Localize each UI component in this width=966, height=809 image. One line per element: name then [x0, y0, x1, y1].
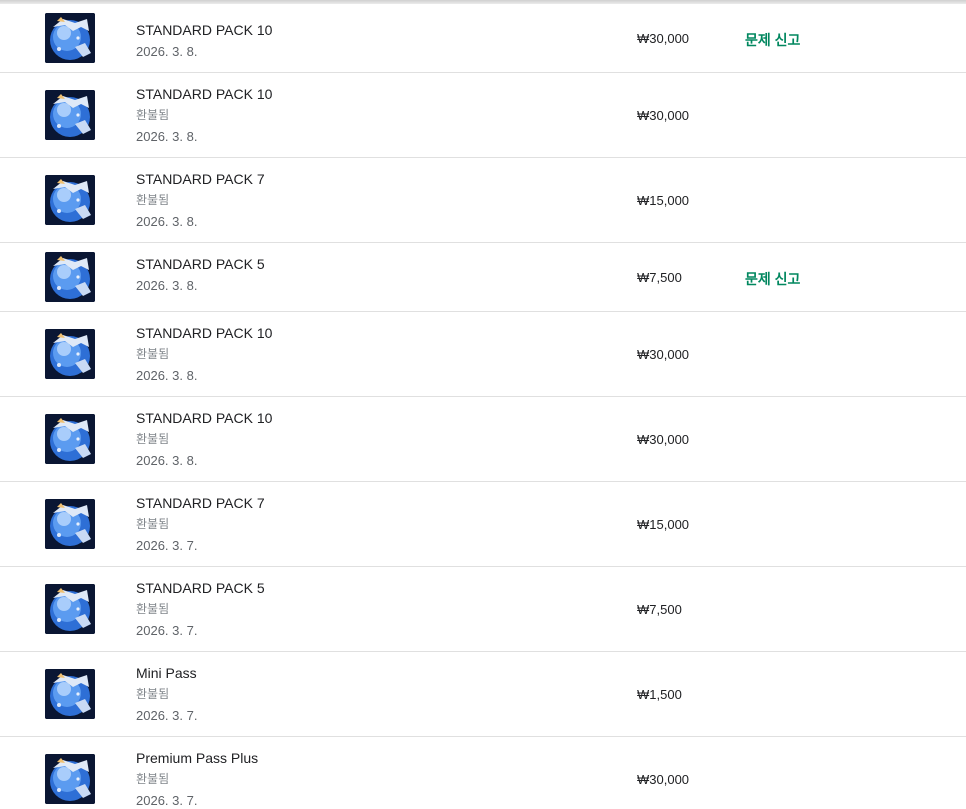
- refund-status: 환불됨: [136, 602, 170, 616]
- purchase-history-list: STANDARD PACK 10 2026. 3. 8. ₩30,000 문제 …: [0, 4, 966, 809]
- refund-status: 환불됨: [136, 432, 170, 446]
- purchase-price: ₩7,500: [637, 270, 682, 285]
- game-orb-thumbnail-icon: [45, 584, 95, 634]
- report-problem-button[interactable]: 문제 신고: [745, 269, 800, 289]
- purchase-date: 2026. 3. 8.: [136, 214, 198, 229]
- purchase-date: 2026. 3. 7.: [136, 538, 198, 553]
- product-thumbnail: [45, 329, 95, 379]
- product-title: STANDARD PACK 5: [136, 580, 265, 596]
- product-title: STANDARD PACK 7: [136, 171, 265, 187]
- product-thumbnail: [45, 669, 95, 719]
- purchase-date: 2026. 3. 7.: [136, 793, 198, 808]
- purchase-row: STANDARD PACK 7 환불됨 2026. 3. 8. ₩15,000: [0, 158, 966, 243]
- game-orb-thumbnail-icon: [45, 252, 95, 302]
- game-orb-thumbnail-icon: [45, 329, 95, 379]
- refund-status: 환불됨: [136, 108, 170, 122]
- product-title: STANDARD PACK 10: [136, 86, 273, 102]
- product-thumbnail: [45, 754, 95, 804]
- purchase-price: ₩7,500: [637, 602, 682, 617]
- product-thumbnail: [45, 13, 95, 63]
- purchase-info: Premium Pass Plus 환불됨 2026. 3. 7.: [136, 748, 258, 809]
- purchase-info: STANDARD PACK 10 환불됨 2026. 3. 8.: [136, 323, 272, 386]
- game-orb-thumbnail-icon: [45, 414, 95, 464]
- purchase-date: 2026. 3. 8.: [136, 453, 198, 468]
- product-thumbnail: [45, 252, 95, 302]
- game-orb-thumbnail-icon: [45, 175, 95, 225]
- product-thumbnail: [45, 584, 95, 634]
- purchase-row: STANDARD PACK 5 환불됨 2026. 3. 7. ₩7,500: [0, 567, 966, 652]
- product-title: STANDARD PACK 10: [136, 410, 273, 426]
- product-title: STANDARD PACK 10: [136, 22, 273, 38]
- refund-status: 환불됨: [136, 517, 170, 531]
- purchase-info: STANDARD PACK 10 환불됨 2026. 3. 8.: [136, 84, 272, 147]
- refund-status: 환불됨: [136, 193, 170, 207]
- purchase-date: 2026. 3. 7.: [136, 708, 198, 723]
- purchase-date: 2026. 3. 7.: [136, 623, 198, 638]
- game-orb-thumbnail-icon: [45, 669, 95, 719]
- game-orb-thumbnail-icon: [45, 90, 95, 140]
- purchase-price: ₩30,000: [637, 432, 690, 447]
- purchase-info: STANDARD PACK 10 2026. 3. 8.: [136, 20, 272, 62]
- purchase-info: STANDARD PACK 10 환불됨 2026. 3. 8.: [136, 408, 272, 471]
- purchase-row: STANDARD PACK 10 환불됨 2026. 3. 8. ₩30,000: [0, 397, 966, 482]
- product-thumbnail: [45, 414, 95, 464]
- report-problem-button[interactable]: 문제 신고: [745, 30, 800, 50]
- product-title: Premium Pass Plus: [136, 750, 259, 766]
- purchase-row: STANDARD PACK 10 환불됨 2026. 3. 8. ₩30,000: [0, 73, 966, 158]
- purchase-row: STANDARD PACK 7 환불됨 2026. 3. 7. ₩15,000: [0, 482, 966, 567]
- product-title: STANDARD PACK 10: [136, 325, 273, 341]
- purchase-price: ₩30,000: [637, 31, 690, 46]
- product-title: Mini Pass: [136, 665, 197, 681]
- product-title: STANDARD PACK 5: [136, 256, 265, 272]
- purchase-date: 2026. 3. 8.: [136, 129, 198, 144]
- purchase-row: STANDARD PACK 10 환불됨 2026. 3. 8. ₩30,000: [0, 312, 966, 397]
- purchase-info: STANDARD PACK 5 환불됨 2026. 3. 7.: [136, 578, 265, 641]
- game-orb-thumbnail-icon: [45, 754, 95, 804]
- purchase-date: 2026. 3. 8.: [136, 368, 198, 383]
- purchase-row: Mini Pass 환불됨 2026. 3. 7. ₩1,500: [0, 652, 966, 737]
- game-orb-thumbnail-icon: [45, 499, 95, 549]
- purchase-price: ₩15,000: [637, 193, 690, 208]
- purchase-info: STANDARD PACK 7 환불됨 2026. 3. 8.: [136, 169, 265, 232]
- purchase-row: STANDARD PACK 10 2026. 3. 8. ₩30,000 문제 …: [0, 4, 966, 73]
- purchase-info: STANDARD PACK 5 2026. 3. 8.: [136, 254, 265, 296]
- purchase-price: ₩30,000: [637, 347, 690, 362]
- product-title: STANDARD PACK 7: [136, 495, 265, 511]
- refund-status: 환불됨: [136, 772, 170, 786]
- purchase-price: ₩30,000: [637, 772, 690, 787]
- purchase-date: 2026. 3. 8.: [136, 44, 198, 59]
- refund-status: 환불됨: [136, 347, 170, 361]
- purchase-price: ₩15,000: [637, 517, 690, 532]
- purchase-row: STANDARD PACK 5 2026. 3. 8. ₩7,500 문제 신고: [0, 243, 966, 312]
- purchase-row: Premium Pass Plus 환불됨 2026. 3. 7. ₩30,00…: [0, 737, 966, 809]
- refund-status: 환불됨: [136, 687, 170, 701]
- purchase-info: Mini Pass 환불됨 2026. 3. 7.: [136, 663, 197, 726]
- purchase-date: 2026. 3. 8.: [136, 278, 198, 293]
- product-thumbnail: [45, 90, 95, 140]
- purchase-info: STANDARD PACK 7 환불됨 2026. 3. 7.: [136, 493, 265, 556]
- purchase-price: ₩1,500: [637, 687, 682, 702]
- product-thumbnail: [45, 499, 95, 549]
- purchase-price: ₩30,000: [637, 108, 690, 123]
- game-orb-thumbnail-icon: [45, 13, 95, 63]
- product-thumbnail: [45, 175, 95, 225]
